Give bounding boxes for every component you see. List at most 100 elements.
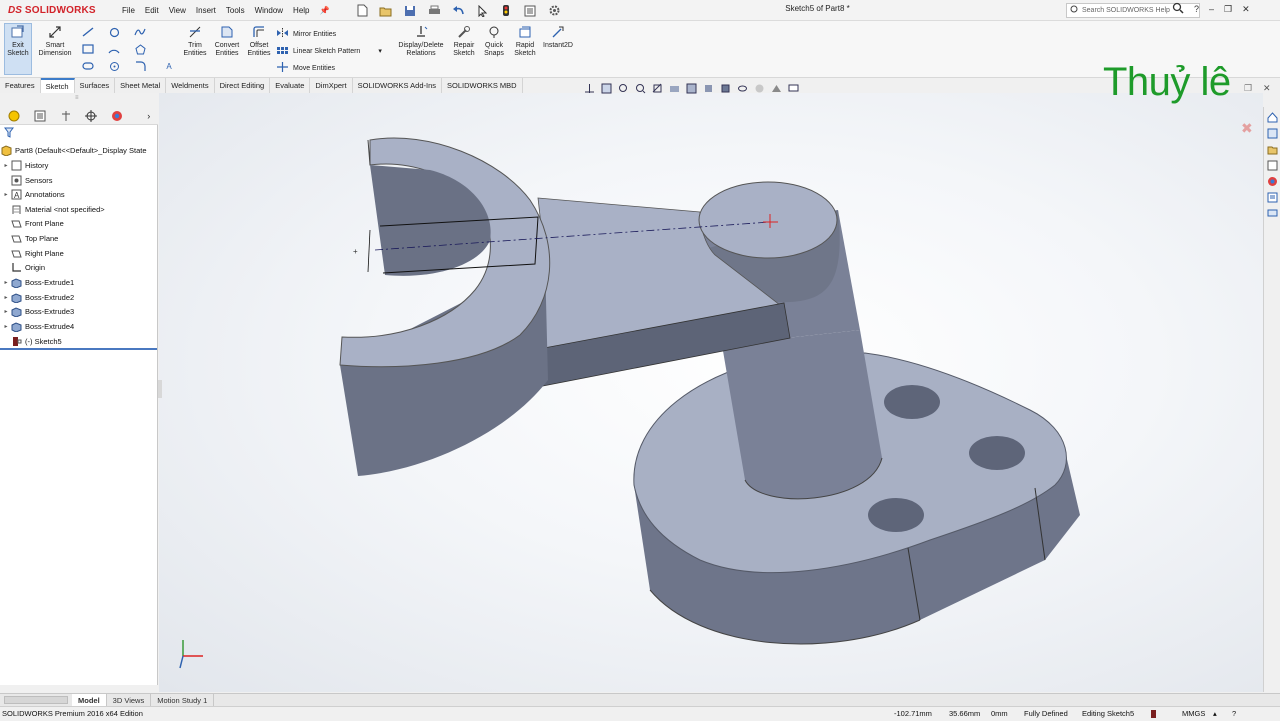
fillet-tool-icon[interactable] [133,60,147,72]
rectangle-tool-icon[interactable] [81,43,95,55]
tab-direct-editing[interactable]: Direct Editing [214,78,271,93]
custom-properties-icon[interactable] [1266,191,1279,204]
pin-icon[interactable]: 📌 [315,6,335,15]
status-help-icon[interactable]: ? [1232,709,1236,718]
panel-scroll-grip[interactable]: ≡ [75,95,83,103]
tree-item-annotations[interactable]: ▸ A Annotations [2,187,65,201]
panel-splitter-handle[interactable] [158,380,162,398]
open-document-icon[interactable] [376,3,396,19]
help-question-icon[interactable]: ? [1194,4,1199,14]
tree-item-boss-extrude4[interactable]: ▸ Boss-Extrude4 [2,319,74,333]
instant2d-button[interactable]: Instant2D [541,24,575,50]
units-chevron-up-icon[interactable]: ▴ [1213,709,1217,718]
tab-features[interactable]: Features [0,78,41,93]
select-arrow-icon[interactable] [472,3,492,19]
menu-window[interactable]: Window [250,6,288,15]
tab-evaluate[interactable]: Evaluate [270,78,311,93]
tab-3d-views[interactable]: 3D Views [107,694,152,706]
tree-item-origin[interactable]: Origin [10,260,45,274]
view-orientation-icon[interactable] [582,81,597,95]
hide-show-items-icon[interactable] [735,81,750,95]
undo-icon[interactable] [448,3,468,19]
tree-root-part[interactable]: Part8 (Default<<Default>_Display State [0,143,147,157]
display-style-icon[interactable] [718,81,733,95]
zoom-to-fit-icon[interactable] [599,81,614,95]
convert-entities-button[interactable]: Convert Entities [212,24,242,58]
restore-icon[interactable]: ❐ [1224,4,1232,15]
viewport-restore-icon[interactable]: ❐ [1244,83,1252,94]
trim-entities-button[interactable]: Trim Entities [180,24,210,58]
solidworks-resources-icon[interactable] [1266,111,1279,124]
feature-manager-tab-icon[interactable] [5,109,24,123]
tree-item-boss-extrude3[interactable]: ▸ Boss-Extrude3 [2,304,74,318]
polygon-tool-icon[interactable] [133,43,147,55]
tree-item-material[interactable]: Material <not specified> [10,202,105,216]
tree-item-front-plane[interactable]: Front Plane [10,216,64,230]
solidworks-logo[interactable]: DS SOLIDWORKS [8,3,96,18]
horizontal-scrollbar[interactable] [4,696,68,704]
view-selector-icon[interactable] [684,81,699,95]
graphics-area[interactable]: + [159,93,1263,692]
file-explorer-icon[interactable] [1266,143,1279,156]
dimxpert-manager-tab-icon[interactable] [82,109,101,123]
tab-sheet-metal[interactable]: Sheet Metal [115,78,167,93]
viewport-close-icon[interactable]: ✕ [1263,83,1271,94]
panel-expand-chevron-icon[interactable]: › [139,109,158,123]
chevron-down-icon[interactable]: ▾ [378,47,382,55]
tree-item-boss-extrude2[interactable]: ▸ Boss-Extrude2 [2,290,74,304]
offset-entities-button[interactable]: Offset Entities [244,24,274,58]
tab-motion-study-1[interactable]: Motion Study 1 [151,694,215,706]
previous-view-icon[interactable] [633,81,648,95]
confirmation-corner-cancel-icon[interactable]: ✖ [1241,120,1253,137]
spline-tool-icon[interactable] [133,26,147,38]
tab-solidworks-add-ins[interactable]: SOLIDWORKS Add-Ins [352,78,442,93]
expand-arrow-icon[interactable]: ▸ [2,294,10,301]
repair-sketch-button[interactable]: Repair Sketch [450,24,478,58]
arc-tool-icon[interactable] [107,43,121,55]
tree-item-boss-extrude1[interactable]: ▸ Boss-Extrude1 [2,275,74,289]
tree-item-sketch5[interactable]: (-) Sketch5 [10,334,62,348]
line-tool-icon[interactable] [81,26,95,38]
tab-solidworks-mbd[interactable]: SOLIDWORKS MBD [442,78,523,93]
section-view-icon[interactable] [650,81,665,95]
search-magnifier-icon[interactable] [1172,2,1184,16]
circle-tool-icon[interactable] [107,26,121,38]
configuration-manager-tab-icon[interactable] [56,109,75,123]
text-tool-icon[interactable]: A [162,60,176,72]
menu-edit[interactable]: Edit [140,6,164,15]
smart-dimension-button[interactable]: Smart Dimension [36,24,74,58]
solidworks-forum-icon[interactable] [1266,207,1279,220]
point-tool-icon[interactable] [107,60,121,72]
expand-arrow-icon[interactable]: ▸ [2,279,10,286]
rapid-sketch-button[interactable]: Rapid Sketch [511,24,539,58]
rollback-bar[interactable] [0,348,157,350]
save-icon[interactable] [400,3,420,19]
expand-arrow-icon[interactable]: ▸ [2,308,10,315]
slot-tool-icon[interactable] [81,60,95,72]
appearances-icon[interactable] [1266,175,1279,188]
mirror-entities-button[interactable]: Mirror Entities [276,28,336,40]
tab-surfaces[interactable]: Surfaces [74,78,116,93]
close-icon[interactable]: ✕ [1242,4,1250,15]
view-orientation-dropdown-icon[interactable] [701,81,716,95]
linear-sketch-pattern-button[interactable]: Linear Sketch Pattern ▾ [276,45,382,57]
minimize-icon[interactable]: – [1209,4,1214,14]
expand-arrow-icon[interactable]: ▸ [2,323,10,330]
display-manager-tab-icon[interactable] [108,109,127,123]
expand-arrow-icon[interactable]: ▸ [2,162,10,169]
apply-scene-icon[interactable] [769,81,784,95]
tree-item-top-plane[interactable]: Top Plane [10,231,58,245]
tree-item-right-plane[interactable]: Right Plane [10,246,64,260]
view-palette-icon[interactable] [1266,159,1279,172]
options-gear-icon[interactable] [544,3,564,19]
tab-model[interactable]: Model [72,694,107,706]
display-delete-relations-button[interactable]: Display/Delete Relations [394,24,448,58]
print-icon[interactable] [424,3,444,19]
tab-sketch[interactable]: Sketch [40,78,75,93]
quick-snaps-button[interactable]: Quick Snaps [481,24,507,58]
edit-appearance-icon[interactable] [752,81,767,95]
design-library-icon[interactable] [1266,127,1279,140]
menu-insert[interactable]: Insert [191,6,221,15]
move-entities-button[interactable]: Move Entities [276,62,335,74]
new-document-icon[interactable] [352,3,372,19]
